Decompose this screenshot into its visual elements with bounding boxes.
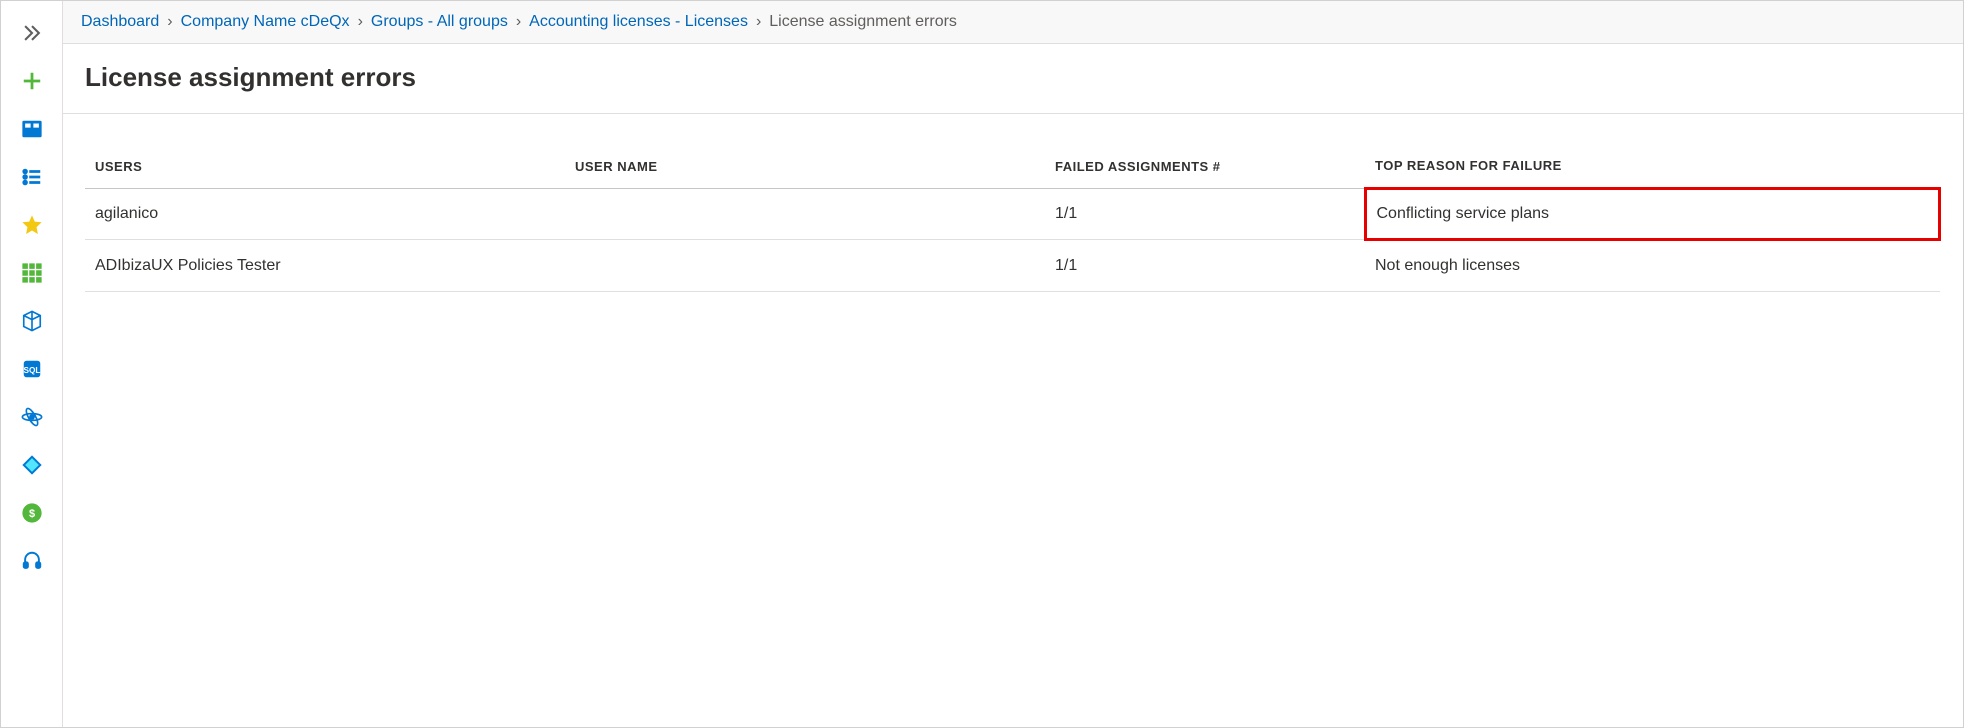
sidebar-list[interactable] [1,153,63,201]
sidebar-cube[interactable] [1,297,63,345]
col-header-reason[interactable]: TOP REASON FOR FAILURE [1365,144,1940,189]
sidebar-create[interactable] [1,57,63,105]
col-header-username[interactable]: USER NAME [565,144,1045,189]
col-header-users[interactable]: USERS [85,144,565,189]
chevron-right-double-icon [21,22,43,44]
sidebar-grid[interactable] [1,249,63,297]
breadcrumb: Dashboard › Company Name cDeQx › Groups … [63,1,1963,44]
chevron-right-icon: › [516,13,521,31]
sidebar-favorites[interactable] [1,201,63,249]
table-container: USERS USER NAME FAILED ASSIGNMENTS # TOP… [63,114,1963,292]
cell-reason-highlighted: Conflicting service plans [1365,189,1940,240]
svg-text:SQL: SQL [23,366,40,375]
cosmos-icon [21,406,43,428]
cell-failed: 1/1 [1045,240,1365,292]
cell-username [565,189,1045,240]
chevron-right-icon: › [756,13,761,31]
cell-reason: Not enough licenses [1365,240,1940,292]
breadcrumb-current: License assignment errors [769,13,957,31]
headset-icon [21,550,43,572]
sidebar-cosmos[interactable] [1,393,63,441]
errors-table: USERS USER NAME FAILED ASSIGNMENTS # TOP… [85,144,1941,292]
breadcrumb-link[interactable]: Accounting licenses - Licenses [529,13,748,31]
svg-text:$: $ [28,508,34,520]
app-root: SQL $ Dashboard › Company Name cDeQx › G… [0,0,1964,728]
plus-icon [21,70,43,92]
cell-users: agilanico [85,189,565,240]
sidebar-diamond[interactable] [1,441,63,489]
list-icon [21,166,43,188]
sidebar-cost[interactable]: $ [1,489,63,537]
chevron-right-icon: › [358,13,363,31]
grid-icon [21,262,43,284]
main-content: Dashboard › Company Name cDeQx › Groups … [63,1,1963,727]
col-header-failed[interactable]: FAILED ASSIGNMENTS # [1045,144,1365,189]
dashboard-icon [21,118,43,140]
sidebar: SQL $ [1,1,63,727]
table-row[interactable]: ADIbizaUX Policies Tester 1/1 Not enough… [85,240,1940,292]
page-title: License assignment errors [63,44,1963,114]
sql-icon: SQL [21,358,43,380]
cell-failed: 1/1 [1045,189,1365,240]
sidebar-expand[interactable] [1,9,63,57]
cell-username [565,240,1045,292]
chevron-right-icon: › [167,13,172,31]
diamond-icon [21,454,43,476]
sidebar-support[interactable] [1,537,63,585]
sidebar-dashboard[interactable] [1,105,63,153]
sidebar-sql[interactable]: SQL [1,345,63,393]
breadcrumb-link[interactable]: Company Name cDeQx [181,13,350,31]
cost-icon: $ [21,502,43,524]
star-icon [21,214,43,236]
breadcrumb-link[interactable]: Dashboard [81,13,159,31]
cube-icon [21,310,43,332]
cell-users: ADIbizaUX Policies Tester [85,240,565,292]
table-row[interactable]: agilanico 1/1 Conflicting service plans [85,189,1940,240]
breadcrumb-link[interactable]: Groups - All groups [371,13,508,31]
